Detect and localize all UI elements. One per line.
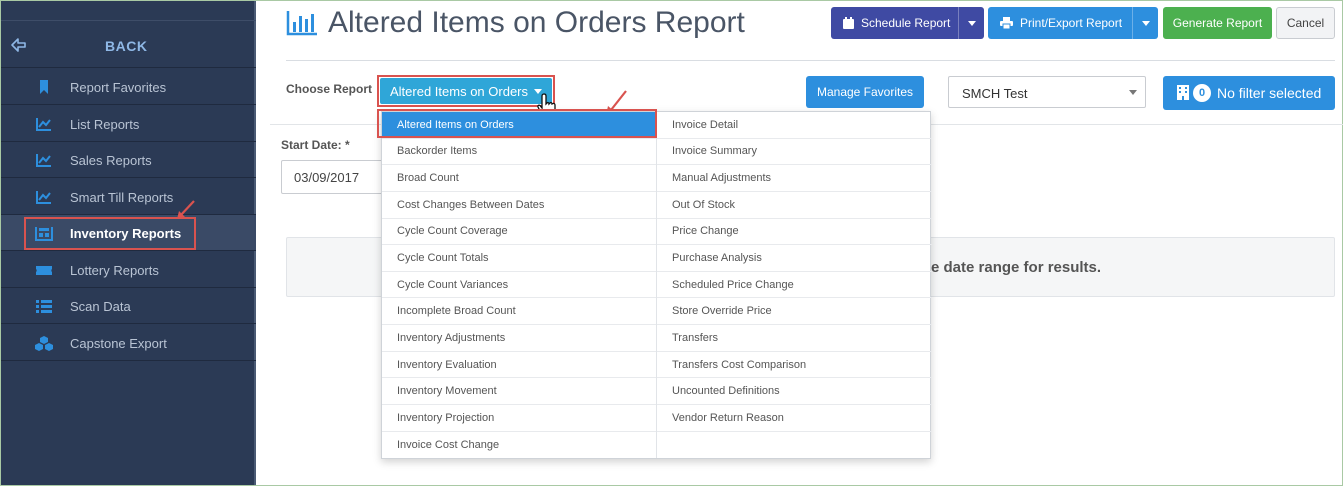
filter-count-badge: 0 xyxy=(1193,84,1211,102)
annotation-arrow-icon xyxy=(177,200,195,219)
inventory-reports-highlight xyxy=(24,217,196,250)
dropdown-item[interactable]: Invoice Summary xyxy=(657,139,932,166)
dropdown-item[interactable]: Inventory Projection xyxy=(382,405,656,432)
dropdown-column-left: Altered Items on Orders Backorder Items … xyxy=(382,112,657,458)
schedule-dropdown-toggle[interactable] xyxy=(958,7,984,39)
generate-report-button[interactable]: Generate Report xyxy=(1163,7,1272,39)
cancel-button[interactable]: Cancel xyxy=(1276,7,1335,39)
store-filter-button[interactable]: 0 No filter selected xyxy=(1163,76,1335,110)
sidebar-item-sales-reports[interactable]: Sales Reports xyxy=(1,142,256,178)
header-divider xyxy=(286,60,1335,61)
cubes-icon xyxy=(35,336,53,351)
dropdown-item[interactable]: Inventory Evaluation xyxy=(382,352,656,379)
schedule-report-button[interactable]: Schedule Report xyxy=(831,7,984,39)
dropdown-item[interactable]: Store Override Price xyxy=(657,298,932,326)
dropdown-item[interactable]: Out Of Stock xyxy=(657,192,932,219)
bar-chart-icon xyxy=(286,11,317,36)
dropdown-item[interactable]: Uncounted Definitions xyxy=(657,378,932,406)
print-export-label: Print/Export Report xyxy=(1020,16,1123,30)
sidebar-item-capstone-export[interactable]: Capstone Export xyxy=(1,325,256,361)
dropdown-item[interactable]: Invoice Detail xyxy=(657,112,932,139)
chevron-down-icon xyxy=(1129,90,1137,95)
sidebar-item-label: Sales Reports xyxy=(70,153,152,168)
sidebar-item-list-reports[interactable]: List Reports xyxy=(1,106,256,142)
sidebar-item-report-favorites[interactable]: Report Favorites xyxy=(1,69,256,105)
dropdown-item[interactable]: Cycle Count Coverage xyxy=(382,219,656,246)
dropdown-item[interactable]: Inventory Movement xyxy=(382,378,656,406)
store-select-value: SMCH Test xyxy=(962,86,1028,101)
line-chart-icon xyxy=(36,154,51,167)
dropdown-item[interactable]: Incomplete Broad Count xyxy=(382,298,656,326)
printer-icon xyxy=(1000,17,1013,29)
calendar-icon xyxy=(843,17,854,29)
dropdown-column-right: Invoice Detail Invoice Summary Manual Ad… xyxy=(657,112,932,432)
dropdown-item[interactable]: Broad Count xyxy=(382,165,656,192)
dropdown-item[interactable]: Cycle Count Variances xyxy=(382,272,656,299)
sidebar-item-scan-data[interactable]: Scan Data xyxy=(1,288,256,324)
start-date-input[interactable]: 03/09/2017 xyxy=(281,160,391,194)
dropdown-item[interactable]: Invoice Cost Change xyxy=(382,432,656,459)
dropdown-item[interactable]: Manual Adjustments xyxy=(657,165,932,192)
page-title: Altered Items on Orders Report xyxy=(328,6,745,39)
back-label: BACK xyxy=(105,38,148,54)
dropdown-item[interactable]: Transfers xyxy=(657,325,932,352)
dropdown-item[interactable]: Purchase Analysis xyxy=(657,245,932,272)
report-select-highlight xyxy=(377,75,555,107)
dropdown-item[interactable]: Vendor Return Reason xyxy=(657,405,932,432)
sidebar-item-label: Capstone Export xyxy=(70,336,167,351)
sidebar-item-smart-till-reports[interactable]: Smart Till Reports xyxy=(1,179,256,215)
dropdown-item[interactable]: Cycle Count Totals xyxy=(382,245,656,272)
store-select[interactable]: SMCH Test xyxy=(948,76,1146,108)
building-icon xyxy=(1177,85,1189,100)
dropdown-item[interactable]: Price Change xyxy=(657,219,932,246)
line-chart-icon xyxy=(36,118,51,131)
report-dropdown-menu: Altered Items on Orders Backorder Items … xyxy=(381,111,932,459)
list-icon xyxy=(36,300,52,313)
sidebar-top-strip xyxy=(1,1,256,21)
sidebar-item-label: List Reports xyxy=(70,117,140,132)
dropdown-item[interactable]: Scheduled Price Change xyxy=(657,272,932,299)
dropdown-item[interactable]: Inventory Adjustments xyxy=(382,325,656,352)
back-button[interactable]: BACK xyxy=(1,22,256,68)
sidebar-item-label: Smart Till Reports xyxy=(70,190,174,205)
ticket-icon xyxy=(36,266,52,275)
sidebar-item-label: Scan Data xyxy=(70,299,131,314)
manage-favorites-button[interactable]: Manage Favorites xyxy=(806,76,924,108)
results-message: e date range for results. xyxy=(931,259,1102,276)
sidebar-item-label: Report Favorites xyxy=(70,80,167,95)
filter-label: No filter selected xyxy=(1217,85,1322,101)
start-date-value: 03/09/2017 xyxy=(294,170,360,185)
bookmark-icon xyxy=(40,80,48,94)
dropdown-item[interactable]: Backorder Items xyxy=(382,139,656,166)
dropdown-item[interactable]: Transfers Cost Comparison xyxy=(657,352,932,379)
choose-report-label: Choose Report xyxy=(286,82,373,96)
arrow-left-icon xyxy=(11,38,26,52)
chevron-down-icon xyxy=(1141,20,1150,26)
sidebar-item-lottery-reports[interactable]: Lottery Reports xyxy=(1,252,256,288)
line-chart-icon xyxy=(36,191,51,204)
start-date-label: Start Date: * xyxy=(281,138,350,152)
print-export-button[interactable]: Print/Export Report xyxy=(988,7,1158,39)
dropdown-item[interactable]: Cost Changes Between Dates xyxy=(382,192,656,219)
sidebar-item-label: Lottery Reports xyxy=(70,263,159,278)
print-dropdown-toggle[interactable] xyxy=(1132,7,1158,39)
schedule-report-label: Schedule Report xyxy=(861,16,951,30)
chevron-down-icon xyxy=(967,20,976,26)
dropdown-selected-highlight xyxy=(377,109,657,138)
